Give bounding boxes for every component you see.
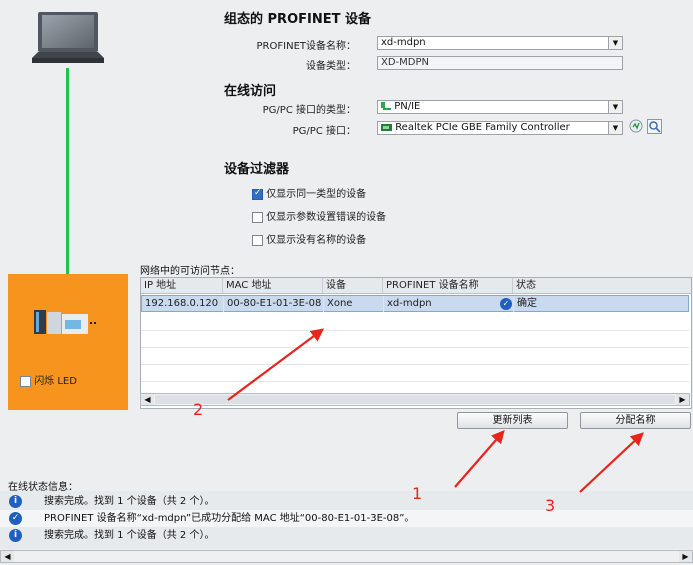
arrow-to-assign-button (579, 432, 644, 493)
column-header-name[interactable]: PROFINET 设备名称 (383, 278, 513, 293)
column-header-ip[interactable]: IP 地址 (141, 278, 223, 293)
info-icon: i (9, 495, 22, 508)
table-row-empty (141, 313, 689, 331)
config-section-title: 组态的 PROFINET 设备 (224, 12, 371, 27)
ok-check-icon: ✓ (500, 298, 512, 310)
assign-name-button[interactable]: 分配名称 (580, 412, 691, 429)
device-type-value: XD-MDPN (381, 57, 429, 68)
status-message: i 搜索完成。找到 1 个设备（共 2 个）。 (0, 493, 693, 510)
pc-icon (32, 12, 104, 70)
device-name-value: xd-mdpn (381, 37, 426, 48)
table-row-empty (141, 330, 689, 348)
pgpc-type-label: PG/PC 接口的类型： (262, 105, 356, 116)
annotation-number-3: 3 (545, 496, 556, 515)
cell-name: xd-mdpn (384, 296, 514, 312)
nodes-table: IP 地址 MAC 地址 设备 PROFINET 设备名称 状态 192.168… (140, 277, 692, 409)
filter-checkbox[interactable] (252, 211, 263, 223)
network-card-icon (381, 123, 392, 132)
cell-ip: 192.168.0.120 (142, 296, 224, 312)
device-icon[interactable] (34, 308, 98, 336)
online-section-title: 在线访问 (224, 84, 277, 99)
filter-option-no-name[interactable]: 仅显示没有名称的设备 (252, 231, 366, 246)
pgpc-type-dropdown[interactable]: PN/IE ▼ (377, 100, 623, 114)
scroll-right-icon[interactable]: ▶ (676, 394, 689, 405)
chevron-down-icon[interactable]: ▼ (608, 122, 622, 134)
cell-device: Xone (324, 296, 384, 312)
search-icon[interactable] (647, 119, 662, 134)
network-icon (381, 101, 391, 111)
annotation-number-2: 2 (193, 400, 204, 419)
scroll-thumb[interactable] (155, 395, 675, 404)
scroll-left-icon[interactable]: ◀ (1, 551, 14, 562)
status-message: i 搜索完成。找到 1 个设备（共 2 个）。 (0, 527, 693, 544)
flash-led-option[interactable]: 闪烁 LED (20, 372, 77, 387)
filter-option-same-type[interactable]: 仅显示同一类型的设备 (252, 185, 366, 200)
scroll-right-icon[interactable]: ▶ (679, 551, 692, 562)
table-horizontal-scrollbar[interactable]: ◀ ▶ (140, 393, 690, 406)
status-messages: i 搜索完成。找到 1 个设备（共 2 个）。 ✓ PROFINET 设备名称“… (0, 491, 693, 549)
cell-status: ✓ 确定 (500, 296, 690, 312)
nodes-table-caption: 网络中的可访问节点： (140, 266, 240, 277)
pgpc-interface-value: Realtek PCIe GBE Family Controller (395, 122, 570, 133)
flash-led-label: 闪烁 LED (34, 376, 77, 387)
annotation-number-1: 1 (412, 484, 423, 503)
status-value: 确定 (517, 298, 537, 309)
column-header-mac[interactable]: MAC 地址 (223, 278, 323, 293)
filter-option-label: 仅显示参数设置错误的设备 (266, 212, 387, 223)
update-list-button[interactable]: 更新列表 (457, 412, 568, 429)
column-header-device[interactable]: 设备 (323, 278, 383, 293)
device-name-dropdown[interactable]: xd-mdpn ▼ (377, 36, 623, 50)
scroll-left-icon[interactable]: ◀ (141, 394, 154, 405)
info-icon: i (9, 529, 22, 542)
pgpc-type-value: PN/IE (394, 101, 421, 112)
filter-option-label: 仅显示没有名称的设备 (266, 235, 367, 246)
table-header: IP 地址 MAC 地址 设备 PROFINET 设备名称 状态 (141, 278, 691, 294)
filter-option-label: 仅显示同一类型的设备 (266, 189, 367, 200)
flash-led-checkbox[interactable] (20, 375, 31, 387)
filter-section-title: 设备过滤器 (224, 162, 290, 177)
table-row-empty (141, 364, 689, 382)
arrow-to-update-button (454, 430, 505, 488)
pgpc-interface-dropdown[interactable]: Realtek PCIe GBE Family Controller ▼ (377, 121, 623, 135)
device-name-label: PROFINET设备名称： (256, 41, 356, 52)
status-message: ✓ PROFINET 设备名称“xd-mdpn”已成功分配给 MAC 地址“00… (0, 510, 693, 527)
pgpc-interface-label: PG/PC 接口： (292, 126, 356, 137)
chevron-down-icon[interactable]: ▼ (608, 101, 622, 113)
check-icon: ✓ (9, 512, 22, 525)
device-type-field: XD-MDPN (377, 56, 623, 70)
cell-mac: 00-80-E1-01-3E-08 (224, 296, 324, 312)
column-header-status[interactable]: 状态 (513, 278, 689, 293)
chevron-down-icon[interactable]: ▼ (608, 37, 622, 49)
filter-checkbox[interactable] (252, 234, 263, 246)
device-type-label: 设备类型： (306, 61, 356, 72)
filter-option-param-error[interactable]: 仅显示参数设置错误的设备 (252, 208, 386, 223)
diagnostics-icon[interactable] (629, 119, 643, 133)
filter-checkbox[interactable] (252, 188, 263, 200)
table-row[interactable]: 192.168.0.120 00-80-E1-01-3E-08 Xone xd-… (141, 295, 689, 312)
device-panel: 闪烁 LED (8, 274, 128, 410)
status-horizontal-scrollbar[interactable]: ◀ ▶ (0, 550, 693, 563)
table-row-empty (141, 347, 689, 365)
